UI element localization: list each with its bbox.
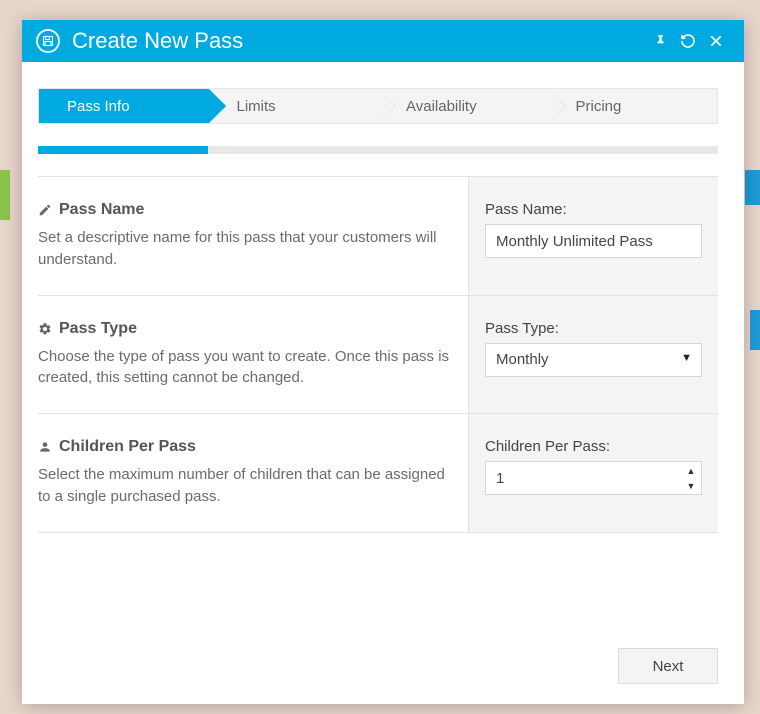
step-label: Availability xyxy=(406,98,477,115)
heading-text: Children Per Pass xyxy=(59,438,196,456)
children-per-pass-input[interactable] xyxy=(485,461,702,495)
bg-decoration xyxy=(0,170,10,220)
stepper-down[interactable]: ▼ xyxy=(682,478,700,493)
modal-title: Create New Pass xyxy=(72,28,243,54)
step-label: Limits xyxy=(237,98,276,115)
heading-text: Pass Type xyxy=(59,320,137,338)
modal-body: Pass Info Limits Availability Pricing Pa… xyxy=(22,62,744,704)
section-heading: Pass Name xyxy=(38,201,450,219)
form-sections: Pass Name Set a descriptive name for thi… xyxy=(38,176,718,533)
gear-icon xyxy=(38,322,52,336)
section-desc: Set a descriptive name for this pass tha… xyxy=(38,227,450,271)
progress-bar xyxy=(38,146,718,154)
step-availability[interactable]: Availability xyxy=(378,89,548,123)
pass-name-label: Pass Name: xyxy=(485,201,702,218)
section-pass-type: Pass Type Choose the type of pass you wa… xyxy=(38,296,718,415)
children-per-pass-label: Children Per Pass: xyxy=(485,438,702,455)
step-pass-info[interactable]: Pass Info xyxy=(39,89,209,123)
step-limits[interactable]: Limits xyxy=(209,89,379,123)
modal-footer: Next xyxy=(38,630,718,684)
pencil-icon xyxy=(38,203,52,217)
pass-type-select[interactable]: Monthly xyxy=(485,343,702,377)
section-heading: Children Per Pass xyxy=(38,438,450,456)
pass-name-input[interactable] xyxy=(485,224,702,258)
pin-button[interactable] xyxy=(646,27,674,55)
heading-text: Pass Name xyxy=(59,201,144,219)
step-label: Pricing xyxy=(576,98,622,115)
section-desc: Select the maximum number of children th… xyxy=(38,464,450,508)
bg-decoration xyxy=(745,170,760,205)
progress-fill xyxy=(38,146,208,154)
close-button[interactable] xyxy=(702,27,730,55)
section-children-per-pass: Children Per Pass Select the maximum num… xyxy=(38,414,718,533)
step-label: Pass Info xyxy=(67,98,130,115)
stepper-up[interactable]: ▲ xyxy=(682,463,700,478)
modal-create-new-pass: Create New Pass Pass Info Limits Availab… xyxy=(22,20,744,704)
next-button[interactable]: Next xyxy=(618,648,718,684)
pass-type-label: Pass Type: xyxy=(485,320,702,337)
refresh-button[interactable] xyxy=(674,27,702,55)
section-pass-name: Pass Name Set a descriptive name for thi… xyxy=(38,177,718,296)
save-disk-icon xyxy=(36,29,60,53)
wizard-steps: Pass Info Limits Availability Pricing xyxy=(38,88,718,124)
section-heading: Pass Type xyxy=(38,320,450,338)
step-pricing[interactable]: Pricing xyxy=(548,89,718,123)
bg-decoration xyxy=(750,310,760,350)
modal-header: Create New Pass xyxy=(22,20,744,62)
section-desc: Choose the type of pass you want to crea… xyxy=(38,346,450,390)
person-icon xyxy=(38,440,52,454)
